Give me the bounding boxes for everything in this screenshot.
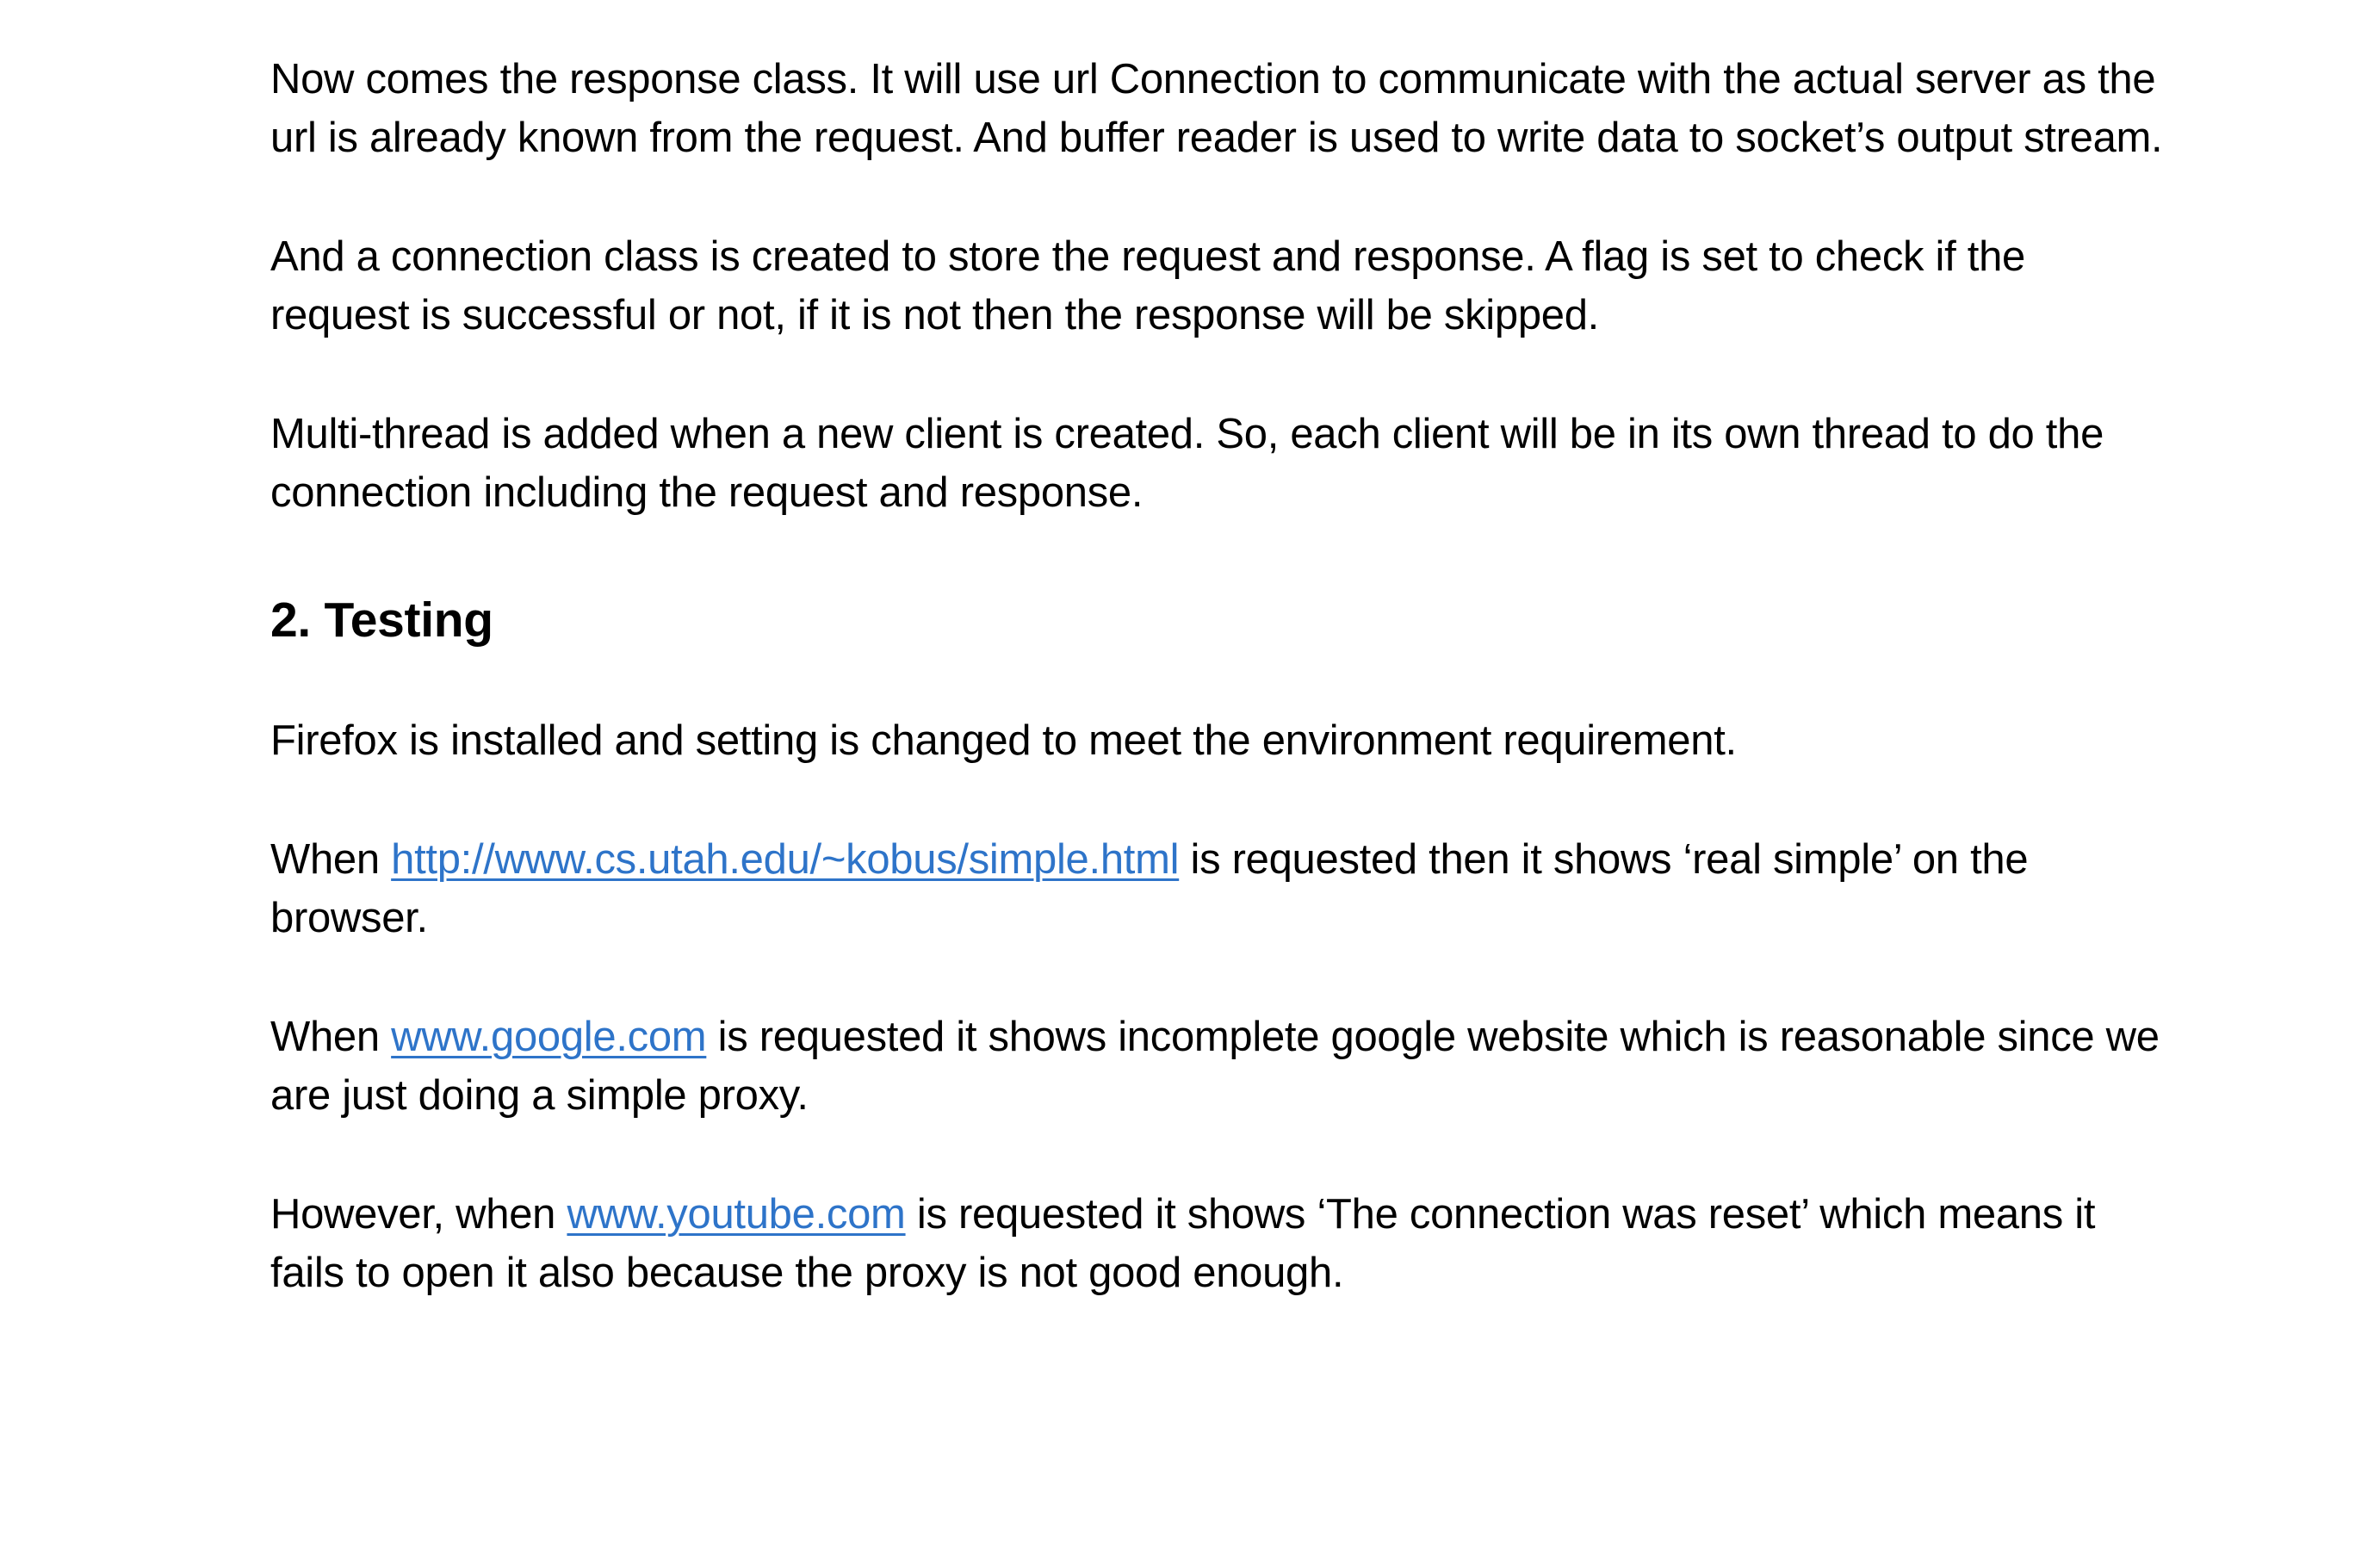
youtube-link[interactable]: www.youtube.com: [567, 1191, 905, 1238]
paragraph-firefox: Firefox is installed and setting is chan…: [270, 717, 1737, 764]
paragraph-connection-class: And a connection class is created to sto…: [270, 233, 2025, 338]
simple-text-before: When: [270, 836, 392, 883]
section-heading-testing: 2. Testing: [270, 593, 493, 648]
paragraph-simple-test: When http://www.cs.utah.edu/~kobus/simpl…: [270, 830, 2165, 947]
simple-html-link[interactable]: http://www.cs.utah.edu/~kobus/simple.htm…: [391, 836, 1179, 883]
youtube-text-before: However, when: [270, 1191, 567, 1238]
paragraph-youtube-test: However, when www.youtube.com is request…: [270, 1185, 2165, 1302]
paragraph-google-test: When www.google.com is requested it show…: [270, 1008, 2165, 1125]
document-page: Now comes the response class. It will us…: [0, 0, 2380, 1545]
document-body: Now comes the response class. It will us…: [270, 50, 2165, 1302]
google-link[interactable]: www.google.com: [391, 1014, 707, 1060]
google-text-before: When: [270, 1014, 392, 1060]
paragraph-multi-thread: Multi-thread is added when a new client …: [270, 411, 2104, 516]
paragraph-response-class: Now comes the response class. It will us…: [270, 56, 2163, 161]
